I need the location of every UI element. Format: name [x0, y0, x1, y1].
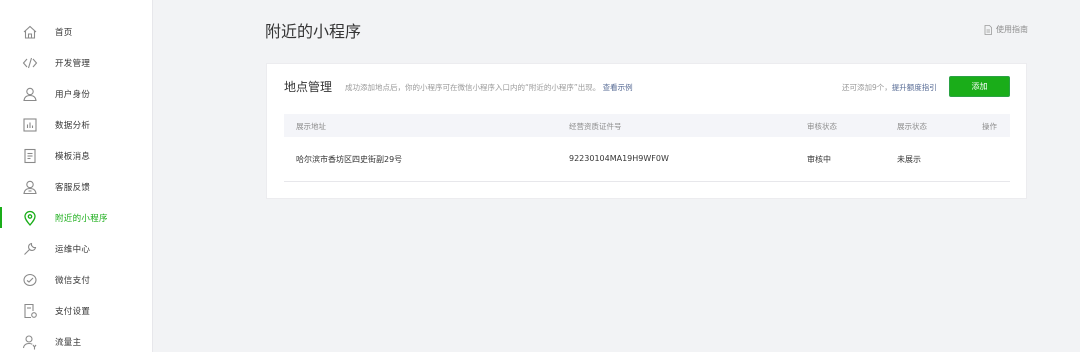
sidebar-item-label: 用户身份 — [55, 89, 91, 100]
sidebar-item-label: 支付设置 — [55, 306, 91, 317]
column-header-license: 经营资质证件号 — [569, 122, 622, 131]
page-title: 附近的小程序 — [265, 22, 362, 41]
wrench-icon — [21, 240, 39, 258]
sidebar-item-label: 微信支付 — [55, 275, 91, 286]
column-header-review-status: 审核状态 — [807, 122, 837, 131]
sidebar-item-label: 模板消息 — [55, 151, 91, 162]
quota-info: 还可添加9个，提升额度指引 — [842, 82, 937, 93]
sidebar-item-label: 数据分析 — [55, 120, 91, 131]
sidebar-item-label: 开发管理 — [55, 58, 91, 69]
cell-address: 哈尔滨市香坊区四史街副29号 — [296, 155, 403, 164]
sidebar-item-dev-management[interactable]: 开发管理 — [0, 47, 153, 78]
sidebar-item-label: 首页 — [55, 27, 73, 38]
sidebar-item-template-messages[interactable]: 模板消息 — [0, 140, 153, 171]
sidebar-item-nearby-mini-programs[interactable]: 附近的小程序 — [0, 202, 153, 233]
support-icon — [21, 178, 39, 196]
bar-chart-icon — [21, 116, 39, 134]
document-icon — [21, 147, 39, 165]
column-header-display-status: 展示状态 — [897, 122, 927, 131]
location-pin-icon — [21, 209, 39, 227]
payment-settings-icon — [21, 302, 39, 320]
home-icon — [21, 23, 39, 41]
sidebar-item-label: 运维中心 — [55, 244, 91, 255]
quota-text: 还可添加9个， — [842, 83, 892, 92]
cell-license-number: 92230104MA19H9WF0W — [569, 154, 669, 163]
card-title: 地点管理 — [284, 80, 333, 94]
sidebar-item-label: 流量主 — [55, 337, 82, 348]
sidebar-item-data-analysis[interactable]: 数据分析 — [0, 109, 153, 140]
cell-display-status: 未展示 — [897, 155, 921, 164]
payment-icon — [21, 271, 39, 289]
sidebar: 首页 开发管理 用户身份 数据分析 模板消息 客服反馈 附近的小程序 运维中心 … — [0, 0, 153, 352]
sidebar-item-label: 客服反馈 — [55, 182, 91, 193]
sidebar-item-ops-center[interactable]: 运维中心 — [0, 233, 153, 264]
sidebar-item-traffic-owner[interactable]: 流量主 — [0, 326, 153, 352]
usage-guide-link[interactable]: 使用指南 — [983, 24, 1028, 35]
raise-quota-link[interactable]: 提升额度指引 — [892, 83, 937, 92]
sidebar-item-home[interactable]: 首页 — [0, 16, 153, 47]
column-header-actions: 操作 — [982, 122, 997, 131]
user-money-icon — [21, 333, 39, 351]
document-icon — [983, 24, 993, 35]
location-management-card: 地点管理 成功添加地点后，你的小程序可在微信小程序入口内的“附近的小程序”出现。… — [266, 63, 1027, 199]
user-icon — [21, 85, 39, 103]
usage-guide-label: 使用指南 — [996, 25, 1028, 34]
add-button[interactable]: 添加 — [949, 76, 1010, 97]
cell-review-status: 审核中 — [807, 155, 831, 164]
table-row: 哈尔滨市香坊区四史街副29号 92230104MA19H9WF0W 审核中 未展… — [284, 137, 1010, 182]
sidebar-item-customer-feedback[interactable]: 客服反馈 — [0, 171, 153, 202]
code-icon — [21, 54, 39, 72]
sidebar-item-wechat-pay[interactable]: 微信支付 — [0, 264, 153, 295]
column-header-address: 展示地址 — [296, 122, 326, 131]
table-header: 展示地址 经营资质证件号 审核状态 展示状态 操作 — [284, 114, 1010, 137]
sidebar-item-label: 附近的小程序 — [55, 213, 108, 224]
card-description: 成功添加地点后，你的小程序可在微信小程序入口内的“附近的小程序”出现。 查看示例 — [345, 82, 633, 93]
view-example-link[interactable]: 查看示例 — [603, 83, 633, 92]
description-text: 成功添加地点后，你的小程序可在微信小程序入口内的“附近的小程序”出现。 — [345, 83, 601, 92]
sidebar-item-payment-settings[interactable]: 支付设置 — [0, 295, 153, 326]
sidebar-item-user-identity[interactable]: 用户身份 — [0, 78, 153, 109]
